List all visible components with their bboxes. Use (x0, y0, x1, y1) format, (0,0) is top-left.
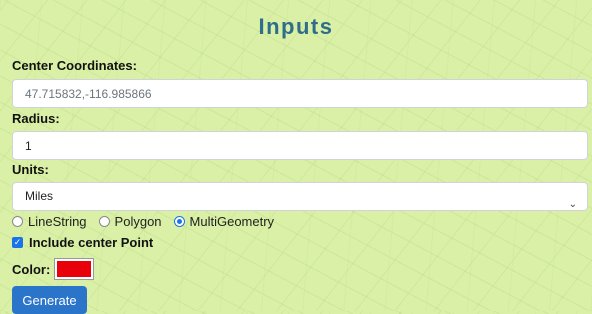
radio-polygon-label: Polygon (114, 214, 162, 229)
color-label: Color: (12, 261, 51, 277)
radius-label: Radius: (12, 111, 60, 126)
include-center-point-checkbox[interactable]: ✓ (12, 237, 23, 248)
radio-polygon[interactable]: Polygon (98, 214, 162, 229)
page-title: Inputs (258, 14, 334, 39)
include-center-point-label: Include center Point (29, 235, 154, 250)
radio-linestring[interactable]: LineString (12, 214, 87, 229)
radio-linestring-label: LineString (28, 214, 87, 229)
color-row: Color: (12, 258, 95, 280)
center-coordinates-input[interactable] (12, 79, 588, 108)
units-label: Units: (12, 162, 49, 177)
include-center-point-option[interactable]: ✓ Include center Point (12, 235, 153, 250)
units-selected-value: Miles (25, 189, 54, 203)
color-picker[interactable] (54, 258, 95, 280)
center-coordinates-label: Center Coordinates: (12, 58, 137, 73)
radio-multigeometry-indicator[interactable] (173, 216, 185, 227)
radio-polygon-indicator[interactable] (98, 216, 110, 227)
radio-linestring-indicator[interactable] (12, 216, 23, 227)
units-select[interactable]: Miles ⌄ (12, 182, 588, 211)
geometry-radio-group: LineString Polygon MultiGeometry (12, 214, 286, 229)
chevron-down-icon: ⌄ (568, 199, 577, 210)
radio-multigeometry-label: MultiGeometry (189, 214, 275, 229)
generate-button[interactable]: Generate (12, 286, 87, 314)
radio-multigeometry[interactable]: MultiGeometry (173, 214, 275, 229)
radius-input[interactable] (12, 131, 588, 160)
